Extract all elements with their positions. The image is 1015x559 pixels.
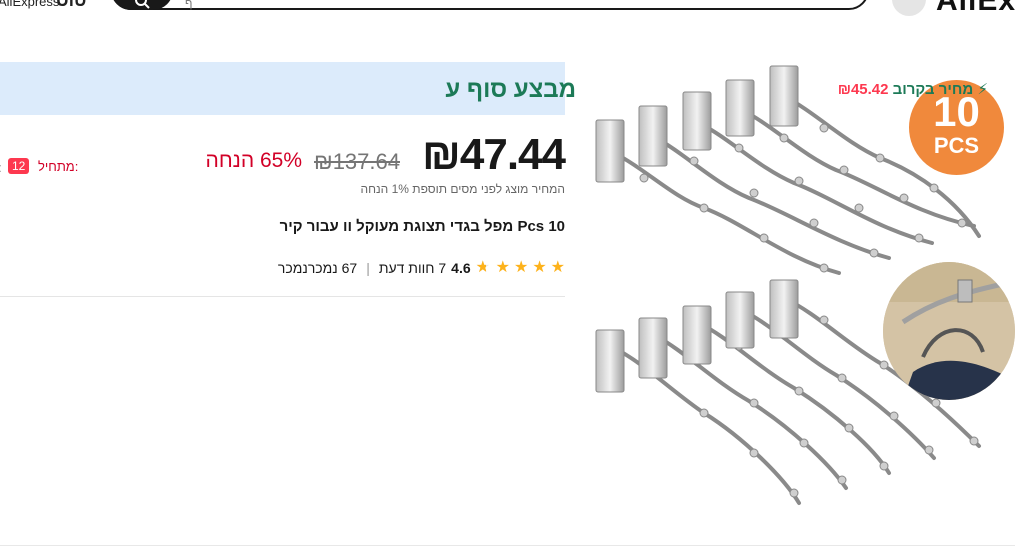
countdown-label: מתחיל: bbox=[38, 159, 79, 174]
detail-photo-illustration bbox=[883, 262, 1015, 400]
product-title: 10 Pcs מפל בגדי תצוגת מעוקל וו עבור קיר bbox=[279, 218, 565, 235]
search-button[interactable] bbox=[111, 0, 173, 10]
upcoming-price-value: ₪45.42 bbox=[837, 81, 889, 98]
current-price: ₪47.44 bbox=[422, 130, 566, 179]
search-input[interactable]: ף bbox=[111, 0, 869, 10]
countdown-hours: 12 bbox=[8, 158, 30, 174]
upcoming-price-label: מחיר בקרוב bbox=[892, 81, 974, 98]
countdown-value: 12 bbox=[6, 158, 30, 174]
bolt-icon: ⚡ bbox=[977, 81, 988, 98]
upcoming-price: ⚡ מחיר בקרוב ₪45.42 bbox=[838, 80, 988, 98]
top-header: AliExpress טוס ף AliEx bbox=[0, 0, 1015, 18]
bottom-divider bbox=[0, 545, 1015, 546]
detail-photo bbox=[883, 262, 1015, 400]
tax-note: המחיר מוצג לפני מסים תוספת 1% הנחה bbox=[360, 182, 565, 196]
star-icon: ★ bbox=[495, 259, 510, 276]
user-icon[interactable] bbox=[892, 0, 926, 16]
reviews-count[interactable]: 7 חוות דעת bbox=[379, 260, 446, 276]
discount-label: 65% הנחה bbox=[205, 149, 302, 172]
brand-name[interactable]: AliExpress bbox=[0, 0, 59, 9]
rating-row: ★ ★ ★ ★ ★ ★ 4.6 7 חוות דעת | 67 נמכרנמכר bbox=[278, 258, 565, 278]
badge-text: PCS bbox=[933, 133, 980, 158]
original-price: ₪137.64 bbox=[314, 149, 400, 174]
star-icon: ★ bbox=[532, 259, 547, 276]
deal-title: מבצע סוף ע bbox=[445, 76, 576, 103]
sold-count: 67 נמכרנמכר bbox=[277, 260, 358, 276]
star-icon: ★ bbox=[550, 259, 565, 276]
star-icon: ★ ★ bbox=[475, 259, 490, 276]
aliexpress-logo[interactable]: AliEx bbox=[936, 0, 1015, 18]
countdown-colon: : bbox=[0, 160, 2, 175]
separator: | bbox=[366, 260, 370, 276]
divider bbox=[0, 296, 565, 297]
rating-value: 4.6 bbox=[451, 260, 471, 276]
brand-glyph: טוס bbox=[56, 0, 87, 10]
search-icon bbox=[135, 0, 150, 9]
star-icon: ★ bbox=[513, 259, 529, 276]
search-placeholder: ף bbox=[185, 0, 193, 10]
rating-stars: ★ ★ ★ ★ ★ ★ bbox=[476, 260, 565, 276]
